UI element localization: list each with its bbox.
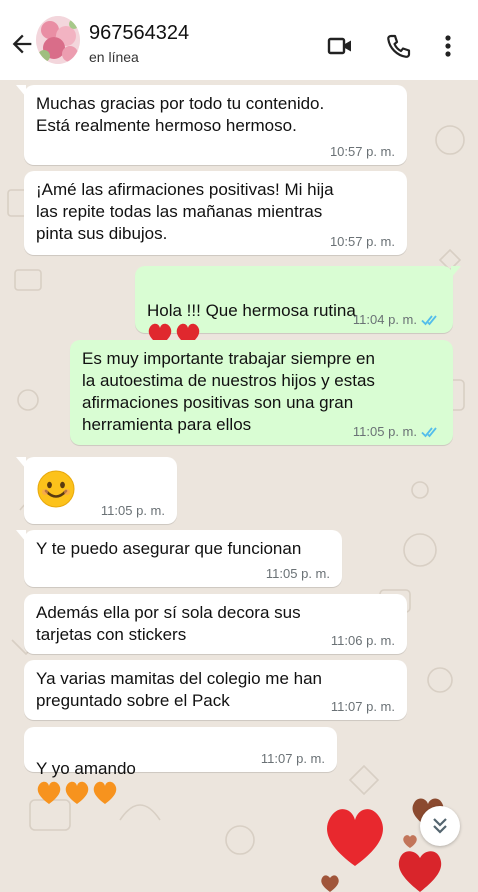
message-bubble-incoming[interactable]: Ya varias mamitas del colegio me han pre… — [24, 660, 407, 720]
message-bubble-incoming[interactable]: Y te puedo asegurar que funcionan 11:05 … — [16, 530, 342, 587]
message-time: 11:06 p. m. — [330, 633, 395, 648]
message-bubble-incoming[interactable]: Y yo amando 11:07 p. m. — [24, 727, 337, 804]
message-text: Y te puedo asegurar que funcionan — [36, 539, 302, 558]
message-time: 11:07 p. m. — [260, 751, 325, 766]
message-text: Es muy importante trabajar siempre en la… — [82, 349, 375, 434]
message-meta: 11:05 p. m. — [353, 424, 441, 439]
message-time: 11:05 p. m. — [265, 566, 330, 581]
message-bubble-incoming[interactable]: Muchas gracias por todo tu contenido. Es… — [16, 85, 407, 165]
double-check-icon — [421, 426, 437, 437]
message-meta: 11:04 p. m. — [353, 312, 441, 327]
message-time: 11:05 p. m. — [352, 424, 417, 439]
video-call-icon[interactable] — [326, 32, 354, 60]
message-time: 10:57 p. m. — [329, 144, 395, 159]
more-vertical-icon[interactable] — [434, 32, 462, 60]
message-text: Y yo amando — [36, 759, 136, 778]
message-text: Hola !!! Que hermosa rutina — [147, 301, 356, 320]
message-text: Muchas gracias por todo tu contenido. Es… — [36, 94, 325, 135]
arrow-left-icon[interactable] — [8, 30, 36, 58]
message-time: 11:07 p. m. — [330, 699, 395, 714]
contact-status: en línea — [89, 49, 139, 65]
phone-icon[interactable] — [384, 32, 412, 60]
contact-name[interactable]: 967564324 — [89, 22, 189, 45]
message-bubble-outgoing[interactable]: Hola !!! Que hermosa rutina 11:04 p. m. — [135, 266, 461, 346]
message-bubble-incoming[interactable]: 11:05 p. m. — [16, 457, 177, 524]
message-time: 11:04 p. m. — [352, 312, 417, 327]
double-check-icon — [421, 314, 437, 325]
scroll-to-bottom-button[interactable] — [420, 806, 460, 846]
avatar[interactable] — [36, 16, 80, 64]
message-content: Y yo amando — [36, 736, 325, 806]
message-bubble-outgoing[interactable]: Es muy importante trabajar siempre en la… — [70, 340, 453, 445]
double-chevron-down-icon — [433, 818, 447, 834]
message-time: 11:05 p. m. — [100, 503, 165, 518]
message-bubble-incoming[interactable]: ¡Amé las afirmaciones positivas! Mi hija… — [24, 171, 407, 255]
message-time: 10:57 p. m. — [329, 234, 395, 249]
chat-header: 967564324 en línea — [0, 0, 478, 80]
orange-hearts-emoji — [37, 781, 117, 804]
chat-area[interactable]: Muchas gracias por todo tu contenido. Es… — [0, 80, 478, 892]
message-bubble-incoming[interactable]: Además ella por sí sola decora sus tarje… — [24, 594, 407, 654]
smiling-face-emoji — [37, 470, 75, 508]
